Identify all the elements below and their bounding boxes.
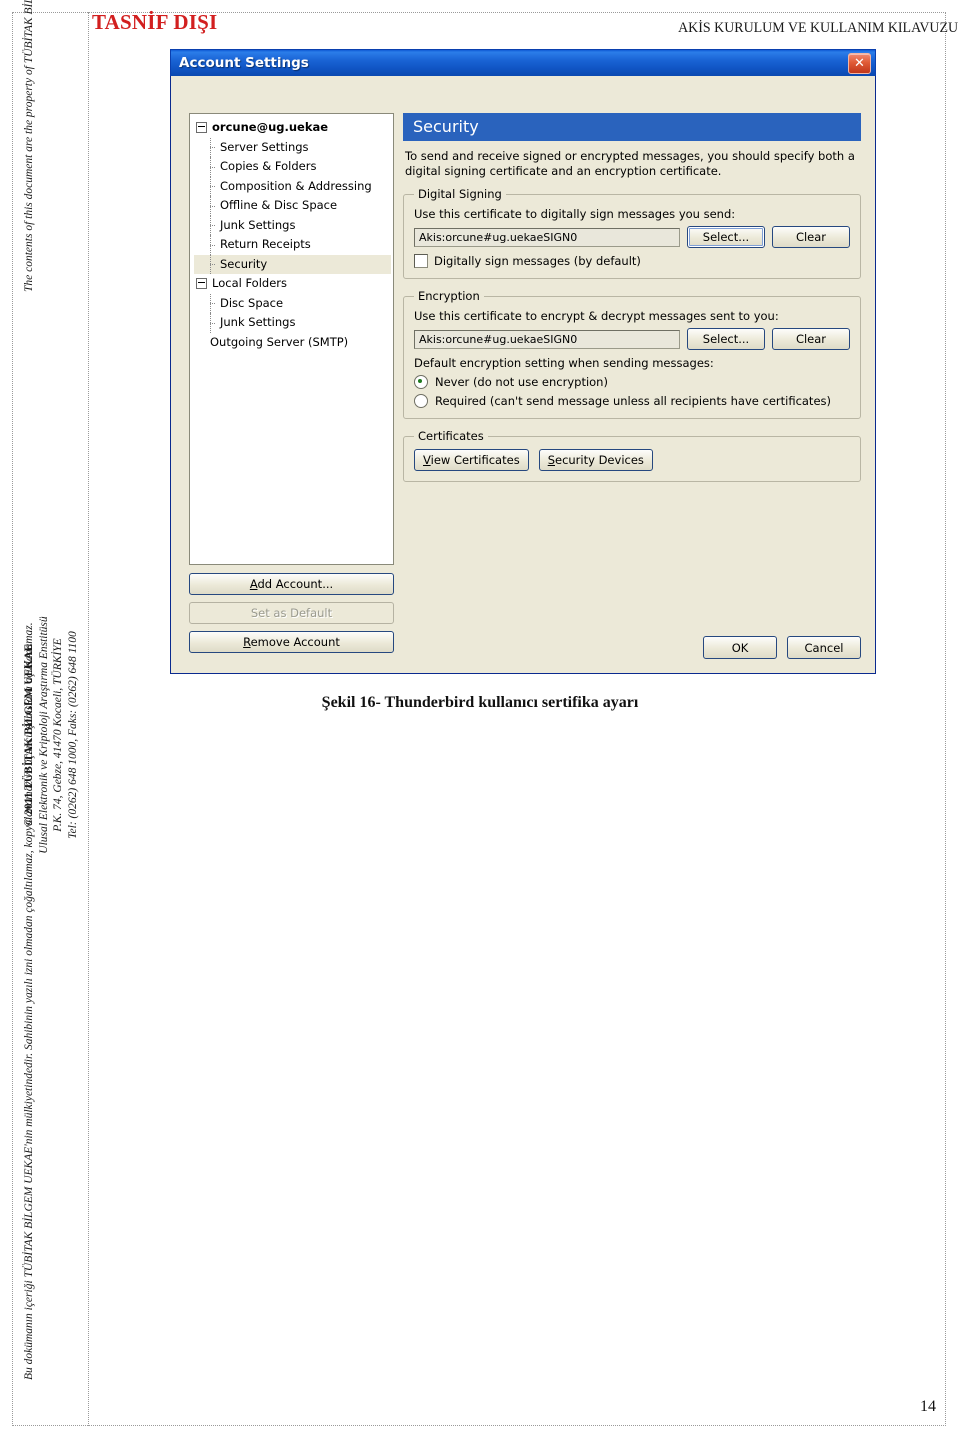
encryption-required-label: Required (can't send message unless all … [435, 394, 831, 408]
collapse-icon[interactable] [196, 122, 207, 134]
add-account-button[interactable]: Add Account... [189, 573, 394, 595]
encryption-never-label: Never (do not use encryption) [435, 375, 608, 389]
tree-item-label: Return Receipts [220, 237, 311, 251]
tree-item-label: Outgoing Server (SMTP) [210, 334, 349, 349]
tree-item-copies-folders[interactable]: Copies & Folders [194, 157, 391, 177]
tree-item-return-receipts[interactable]: Return Receipts [194, 235, 391, 255]
encryption-required-radio[interactable] [414, 394, 428, 408]
tree-item-label: Junk Settings [220, 315, 296, 329]
tree-item-composition-addressing[interactable]: Composition & Addressing [194, 176, 391, 197]
digital-signing-legend: Digital Signing [418, 187, 502, 201]
digital-signing-group: Digital Signing Use this certificate to … [403, 187, 861, 279]
tree-item-label: Disc Space [220, 295, 284, 310]
account-tree[interactable]: orcune@ug.uekae Server Settings Copies & F… [189, 113, 394, 565]
account-settings-dialog: Account Settings ✕ orcune@ug.uekae Server… [170, 49, 876, 674]
remove-account-label-rest: emove Account [250, 635, 340, 649]
security-devices-label-rest: ecurity Devices [555, 453, 644, 467]
set-as-default-label: Set as Default [250, 606, 333, 620]
tree-item-label: Junk Settings [220, 217, 296, 232]
institute-line: Ulusal Elektronik ve Kriptoloji Araştırm… [37, 616, 50, 854]
encryption-certificate-field[interactable]: Akis:orcune#ug.uekaeSIGN0 [414, 329, 680, 349]
encryption-clear-button[interactable]: Clear [772, 328, 850, 350]
default-encryption-label: Default encryption setting when sending … [414, 356, 714, 370]
security-devices-button[interactable]: Security Devices [538, 449, 653, 471]
encryption-group: Encryption Use this certificate to encry… [403, 289, 861, 419]
panel-heading: Security [403, 113, 861, 141]
tree-item-orcune-ug-uekae[interactable]: orcune@ug.uekae [194, 118, 391, 138]
tree-item-security[interactable]: Security [194, 254, 391, 274]
certificates-legend: Certificates [418, 429, 484, 443]
tree-item-label: Server Settings [220, 139, 309, 154]
tree-item-offline-disc-space[interactable]: Offline & Disc Space [194, 196, 391, 216]
dialog-title: Account Settings [179, 55, 309, 71]
ok-button[interactable]: OK [703, 636, 777, 659]
security-panel: Security To send and receive signed or e… [403, 113, 861, 613]
tree-item-disc-space[interactable]: Disc Space [194, 293, 391, 314]
address-line: P.K. 74, Gebze, 41470 Kocaeli, TÜRKİYE [52, 638, 64, 832]
encryption-select-button[interactable]: Select... [687, 328, 765, 350]
tree-item-label: Offline & Disc Space [220, 198, 338, 212]
remove-account-button[interactable]: Remove Account [189, 631, 394, 653]
digitally-sign-checkbox[interactable] [414, 254, 428, 268]
tree-item-junk-settings[interactable]: Junk Settings [194, 313, 391, 333]
panel-intro-text: To send and receive signed or encrypted … [405, 149, 855, 178]
tree-item-label: orcune@ug.uekae [212, 120, 329, 134]
tree-item-server-settings[interactable]: Server Settings [194, 137, 391, 158]
dialog-footer: OK Cancel [703, 636, 861, 659]
close-icon[interactable]: ✕ [848, 52, 871, 74]
certificates-group: Certificates View Certificates Security … [403, 429, 861, 482]
phone-line: Tel: (0262) 648 1000, Faks: (0262) 648 1… [66, 631, 79, 839]
english-copyright-notice: The contents of this document are the pr… [22, 0, 37, 292]
page-inner-rule [88, 12, 89, 1426]
digitally-sign-checkbox-label: Digitally sign messages (by default) [434, 254, 641, 268]
view-certificates-button[interactable]: View Certificates [414, 449, 529, 471]
cancel-button[interactable]: Cancel [787, 636, 861, 659]
collapse-icon[interactable] [196, 278, 207, 290]
set-as-default-button: Set as Default [189, 602, 394, 624]
tree-item-outgoing-server-smtp[interactable]: Outgoing Server (SMTP) [194, 333, 391, 353]
digital-signing-label: Use this certificate to digitally sign m… [414, 207, 736, 221]
dialog-body: orcune@ug.uekae Server Settings Copies & F… [171, 77, 875, 673]
dialog-titlebar[interactable]: Account Settings ✕ [170, 49, 876, 76]
tree-item-label: Composition & Addressing [220, 178, 372, 193]
figure-caption: Şekil 16- Thunderbird kullanıcı sertifik… [321, 694, 639, 711]
classification-label: TASNİF DIŞI [92, 10, 218, 34]
encryption-never-radio[interactable] [414, 375, 428, 389]
page-number: 14 [920, 1398, 936, 1415]
encryption-label: Use this certificate to encrypt & decryp… [414, 309, 779, 323]
signing-select-button[interactable]: Select... [687, 226, 765, 248]
tree-item-junk-settings[interactable]: Junk Settings [194, 215, 391, 236]
view-certificates-label-rest: iew Certificates [430, 453, 520, 467]
tree-item-label: Copies & Folders [220, 159, 317, 173]
tree-item-label: Security [220, 256, 268, 271]
add-account-label-rest: dd Account... [257, 577, 334, 591]
signing-certificate-field[interactable]: Akis:orcune#ug.uekaeSIGN0 [414, 227, 680, 247]
encryption-legend: Encryption [418, 289, 480, 303]
tree-item-label: Local Folders [212, 276, 287, 290]
turkish-copyright-notice: Bu dokümanın içeriği TÜBİTAK BİLGEM UEKA… [23, 622, 35, 1380]
signing-clear-button[interactable]: Clear [772, 226, 850, 248]
document-title-header: AKİS KURULUM VE KULLANIM KILAVUZU [677, 20, 958, 36]
tree-item-local-folders[interactable]: Local Folders [194, 274, 391, 294]
